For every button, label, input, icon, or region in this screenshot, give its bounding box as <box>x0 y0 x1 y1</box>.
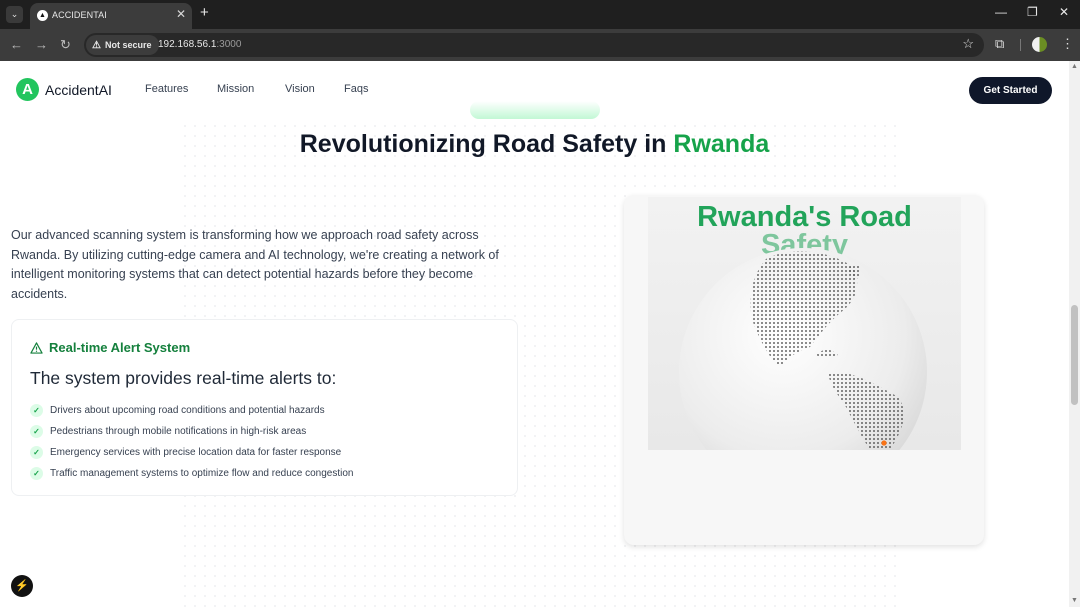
toolbar-divider <box>1020 39 1021 51</box>
scroll-thumb[interactable] <box>1071 305 1078 405</box>
new-tab-plus-icon[interactable]: + <box>200 4 209 21</box>
url-text[interactable]: 192.168.56.1:3000 <box>158 39 241 50</box>
alert-card-subtitle: The system provides real-time alerts to: <box>30 368 337 388</box>
nav-features[interactable]: Features <box>145 83 188 95</box>
alert-triangle-icon <box>30 341 43 354</box>
page-viewport: A AccidentAI Features Mission Vision Faq… <box>0 61 1080 607</box>
globe-card: Rwanda's Road Safety <box>624 195 984 545</box>
logo-icon[interactable]: A <box>16 78 39 101</box>
browser-tab-bar: ⌄ ▲ ACCIDENTAI ✕ + — ❐ ✕ <box>0 0 1080 29</box>
browser-tab[interactable]: ▲ ACCIDENTAI ✕ <box>30 3 192 29</box>
badge-glow <box>470 101 600 119</box>
alert-title-row: Real-time Alert System <box>30 340 190 355</box>
tab-close-icon[interactable]: ✕ <box>176 7 186 21</box>
intro-paragraph: Our advanced scanning system is transfor… <box>11 228 499 301</box>
list-item: ✓ Drivers about upcoming road conditions … <box>30 400 353 421</box>
profile-avatar[interactable] <box>1032 37 1047 52</box>
logo-text[interactable]: AccidentAI <box>45 82 112 98</box>
warning-triangle-icon: ⚠ <box>92 39 101 51</box>
list-item: ✓ Traffic management systems to optimize … <box>30 463 353 484</box>
nextjs-devtools-icon[interactable]: ⚡ <box>11 575 33 597</box>
location-marker <box>881 440 887 446</box>
list-item: ✓ Emergency services with precise locatio… <box>30 442 353 463</box>
security-chip[interactable]: ⚠ Not secure <box>86 35 159 55</box>
list-item: ✓ Pedestrians through mobile notification… <box>30 421 353 442</box>
check-icon: ✓ <box>30 467 43 480</box>
browser-toolbar: ← → ↻ ⚠ Not secure 192.168.56.1:3000 ☆ <box>0 29 1080 61</box>
restore-icon[interactable]: ❐ <box>1027 5 1038 19</box>
tab-search-chevron-icon[interactable]: ⌄ <box>6 6 23 23</box>
globe-panel: Rwanda's Road Safety <box>648 197 961 450</box>
address-bar[interactable]: ⚠ Not secure 192.168.56.1:3000 ☆ <box>84 33 984 57</box>
alert-card-title: Real-time Alert System <box>49 340 191 355</box>
security-label: Not secure <box>104 40 152 50</box>
headline-accent: Rwanda <box>673 130 770 158</box>
forward-arrow-icon[interactable]: → <box>35 37 48 52</box>
reload-icon[interactable]: ↻ <box>60 37 71 53</box>
page-title: Revolutionizing Road Safety in Rwanda <box>0 130 1069 159</box>
headline-main: Revolutionizing Road Safety in <box>299 130 674 158</box>
minimize-icon[interactable]: — <box>995 5 1007 19</box>
url-port: :3000 <box>216 39 242 50</box>
list-item-text: Traffic management systems to optimize f… <box>50 468 354 479</box>
alert-system-card: Real-time Alert System The system provid… <box>11 319 518 496</box>
nav-mission[interactable]: Mission <box>217 83 254 95</box>
back-arrow-icon[interactable]: ← <box>10 37 23 52</box>
list-item-text: Pedestrians through mobile notifications… <box>50 426 307 437</box>
scroll-up-arrow-icon[interactable]: ▲ <box>1071 63 1078 70</box>
check-icon: ✓ <box>30 425 43 438</box>
check-icon: ✓ <box>30 446 43 459</box>
close-window-icon[interactable]: ✕ <box>1059 5 1069 19</box>
extensions-puzzle-icon[interactable]: ⧉ <box>995 36 1004 52</box>
url-host: 192.168.56.1 <box>158 39 217 50</box>
vercel-triangle-icon: ▲ <box>37 10 48 21</box>
globe-illustration <box>679 248 927 450</box>
page-scrollbar[interactable]: ▲ ▼ <box>1069 61 1080 607</box>
nav-vision[interactable]: Vision <box>285 83 315 95</box>
get-started-button[interactable]: Get Started <box>969 77 1052 104</box>
alert-list: ✓ Drivers about upcoming road conditions … <box>30 400 353 484</box>
scroll-down-arrow-icon[interactable]: ▼ <box>1071 597 1078 604</box>
nav-faqs[interactable]: Faqs <box>344 83 368 95</box>
list-item-text: Drivers about upcoming road conditions a… <box>50 405 325 416</box>
list-item-text: Emergency services with precise location… <box>50 447 342 458</box>
browser-menu-icon[interactable]: ⋮ <box>1061 36 1074 52</box>
tab-title: ACCIDENTAI <box>52 10 107 20</box>
check-icon: ✓ <box>30 404 43 417</box>
bookmark-star-icon[interactable]: ☆ <box>962 36 974 52</box>
